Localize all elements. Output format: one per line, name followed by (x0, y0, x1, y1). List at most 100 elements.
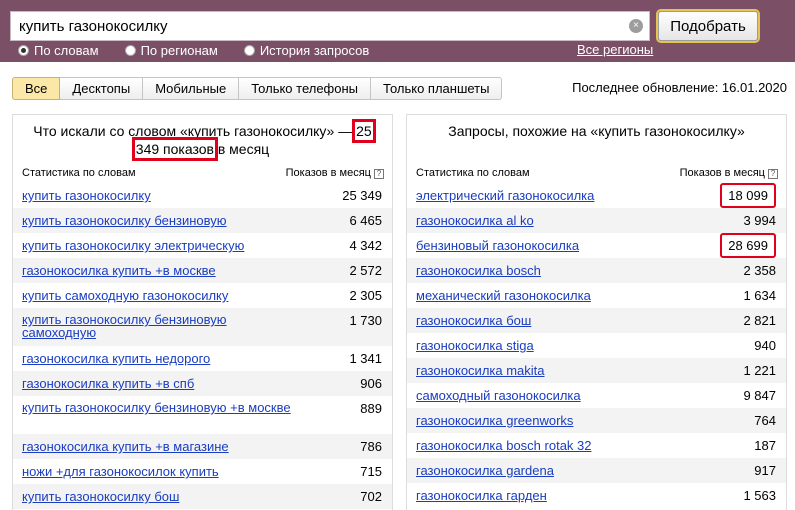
right-panel-title: Запросы, похожие на «купить газонокосилк… (448, 123, 745, 139)
keyword-link[interactable]: газонокосилка stiga (416, 339, 686, 352)
table-row: газонокосилка bosch 2 358 (407, 258, 786, 283)
count: 2 305 (349, 288, 382, 303)
count: 1 634 (743, 288, 776, 303)
mode-history[interactable]: История запросов (243, 43, 369, 58)
count: 6 465 (349, 213, 382, 228)
search-input[interactable] (11, 12, 611, 40)
table-row: купить самоходную газонокосилку 2 305 (13, 283, 392, 308)
keyword-link[interactable]: купить газонокосилку бензиновую самоходн… (22, 313, 292, 339)
device-tabs: Все Десктопы Мобильные Только телефоны Т… (12, 77, 503, 100)
keyword-link[interactable]: газонокосилка gardena (416, 464, 686, 477)
table-row: ножи +для газонокосилок купить 715 (13, 459, 392, 484)
keyword-link[interactable]: газонокосилка bosch (416, 264, 686, 277)
count: 764 (754, 413, 776, 428)
tab-desktops[interactable]: Десктопы (60, 77, 144, 100)
all-regions-link[interactable]: Все регионы (577, 42, 653, 57)
table-row: газонокосилка купить +в магазине 786 (13, 434, 392, 459)
title-suffix: в месяц (217, 141, 270, 157)
keyword-link[interactable]: купить газонокосилку электрическую (22, 239, 292, 252)
mode-label: По регионам (140, 42, 218, 58)
keyword-link[interactable]: газонокосилка makita (416, 364, 686, 377)
last-update-text: Последнее обновление: 16.01.2020 (572, 80, 787, 95)
keyword-link[interactable]: газонокосилка бош (416, 314, 686, 327)
keyword-link[interactable]: газонокосилка купить +в москве (22, 264, 292, 277)
keyword-link[interactable]: газонокосилка al ko (416, 214, 686, 227)
count: 1 563 (743, 488, 776, 503)
table-row: газонокосилка купить недорого 1 341 (13, 346, 392, 371)
table-row: газонокосилка al ko 3 994 (407, 208, 786, 233)
tab-all[interactable]: Все (12, 77, 61, 100)
count: 4 342 (349, 238, 382, 253)
tab-mobile[interactable]: Мобильные (143, 77, 240, 100)
keyword-link[interactable]: купить газонокосилку бензиновую +в москв… (22, 401, 292, 414)
count: 1 341 (349, 351, 382, 366)
tab-tablets[interactable]: Только планшеты (371, 77, 503, 100)
table-row: купить газонокосилку 25 349 (13, 183, 392, 208)
table-header: Статистика по словам Показов в месяц? (407, 163, 786, 183)
keyword-link[interactable]: газонокосилка greenworks (416, 414, 686, 427)
count: 889 (360, 401, 382, 416)
count: 2 572 (349, 263, 382, 278)
table-row: газонокосилка купить +в москве 2 572 (13, 258, 392, 283)
count: 702 (360, 489, 382, 504)
count: 187 (754, 438, 776, 453)
keyword-link[interactable]: газонокосилка bosch rotak 32 (416, 439, 686, 452)
left-panel: Что искали со словом «купить газонокосил… (12, 114, 393, 510)
table-row: купить газонокосилку бош 702 (13, 484, 392, 509)
table-row: газонокосилка gardena 917 (407, 458, 786, 483)
mode-label: По словам (34, 42, 99, 58)
keyword-link[interactable]: купить самоходную газонокосилку (22, 289, 292, 302)
right-panel: Запросы, похожие на «купить газонокосилк… (406, 114, 787, 510)
count: 917 (754, 463, 776, 478)
keyword-link[interactable]: бензиновый газонокосилка (416, 239, 686, 252)
table-row: бензиновый газонокосилка 28 699 (407, 233, 786, 258)
help-icon[interactable]: ? (374, 169, 384, 179)
help-icon[interactable]: ? (768, 169, 778, 179)
table-row: электрический газонокосилка 18 099 (407, 183, 786, 208)
count: 3 994 (743, 213, 776, 228)
count: 906 (360, 376, 382, 391)
count: 28 699 (696, 233, 776, 258)
keyword-link[interactable]: самоходный газонокосилка (416, 389, 686, 402)
count: 1 221 (743, 363, 776, 378)
col-keyword: Статистика по словам (22, 167, 136, 179)
keyword-link[interactable]: газонокосилка купить +в магазине (22, 440, 292, 453)
keyword-link[interactable]: ножи +для газонокосилок купить (22, 465, 292, 478)
mode-by-words[interactable]: По словам (18, 43, 99, 58)
radio-icon[interactable] (18, 44, 29, 56)
radio-icon[interactable] (124, 44, 136, 56)
keyword-link[interactable]: механический газонокосилка (416, 289, 686, 302)
table-row: механический газонокосилка 1 634 (407, 283, 786, 308)
count: 25 349 (342, 188, 382, 203)
col-count: Показов в месяц? (286, 167, 384, 179)
table-row: купить газонокосилку электрическую 4 342 (13, 233, 392, 258)
col-count-label: Показов в месяц (679, 167, 765, 179)
keyword-link[interactable]: купить газонокосилку бош (22, 490, 292, 503)
table-header: Статистика по словам Показов в месяц? (13, 163, 392, 183)
left-rows: купить газонокосилку 25 349 купить газоно… (13, 183, 392, 509)
clear-icon[interactable]: × (629, 19, 643, 33)
highlighted-count: 28 699 (720, 233, 776, 258)
radio-icon[interactable] (243, 44, 255, 56)
right-rows: электрический газонокосилка 18 099 газоно… (407, 183, 786, 508)
count: 715 (360, 464, 382, 479)
table-row: газонокосилка makita 1 221 (407, 358, 786, 383)
count: 18 099 (696, 183, 776, 208)
keyword-link[interactable]: купить газонокосилку бензиновую (22, 214, 292, 227)
count: 1 730 (349, 313, 382, 328)
count: 940 (754, 338, 776, 353)
find-button[interactable]: Подобрать (658, 11, 758, 41)
table-row: газонокосилка купить +в спб 906 (13, 371, 392, 396)
table-row: самоходный газонокосилка 9 847 (407, 383, 786, 408)
keyword-link[interactable]: газонокосилка купить недорого (22, 352, 292, 365)
mode-by-regions[interactable]: По регионам (124, 42, 218, 58)
keyword-link[interactable]: купить газонокосилку (22, 189, 292, 202)
search-mode-group: По словам По регионам История запросов (18, 42, 395, 58)
keyword-link[interactable]: электрический газонокосилка (416, 189, 686, 202)
keyword-link[interactable]: газонокосилка купить +в спб (22, 377, 292, 390)
keyword-link[interactable]: газонокосилка гарден (416, 489, 686, 502)
col-count: Показов в месяц? (680, 167, 778, 179)
count: 9 847 (743, 388, 776, 403)
tab-phones[interactable]: Только телефоны (239, 77, 372, 100)
table-row: газонокосилка bosch rotak 32 187 (407, 433, 786, 458)
